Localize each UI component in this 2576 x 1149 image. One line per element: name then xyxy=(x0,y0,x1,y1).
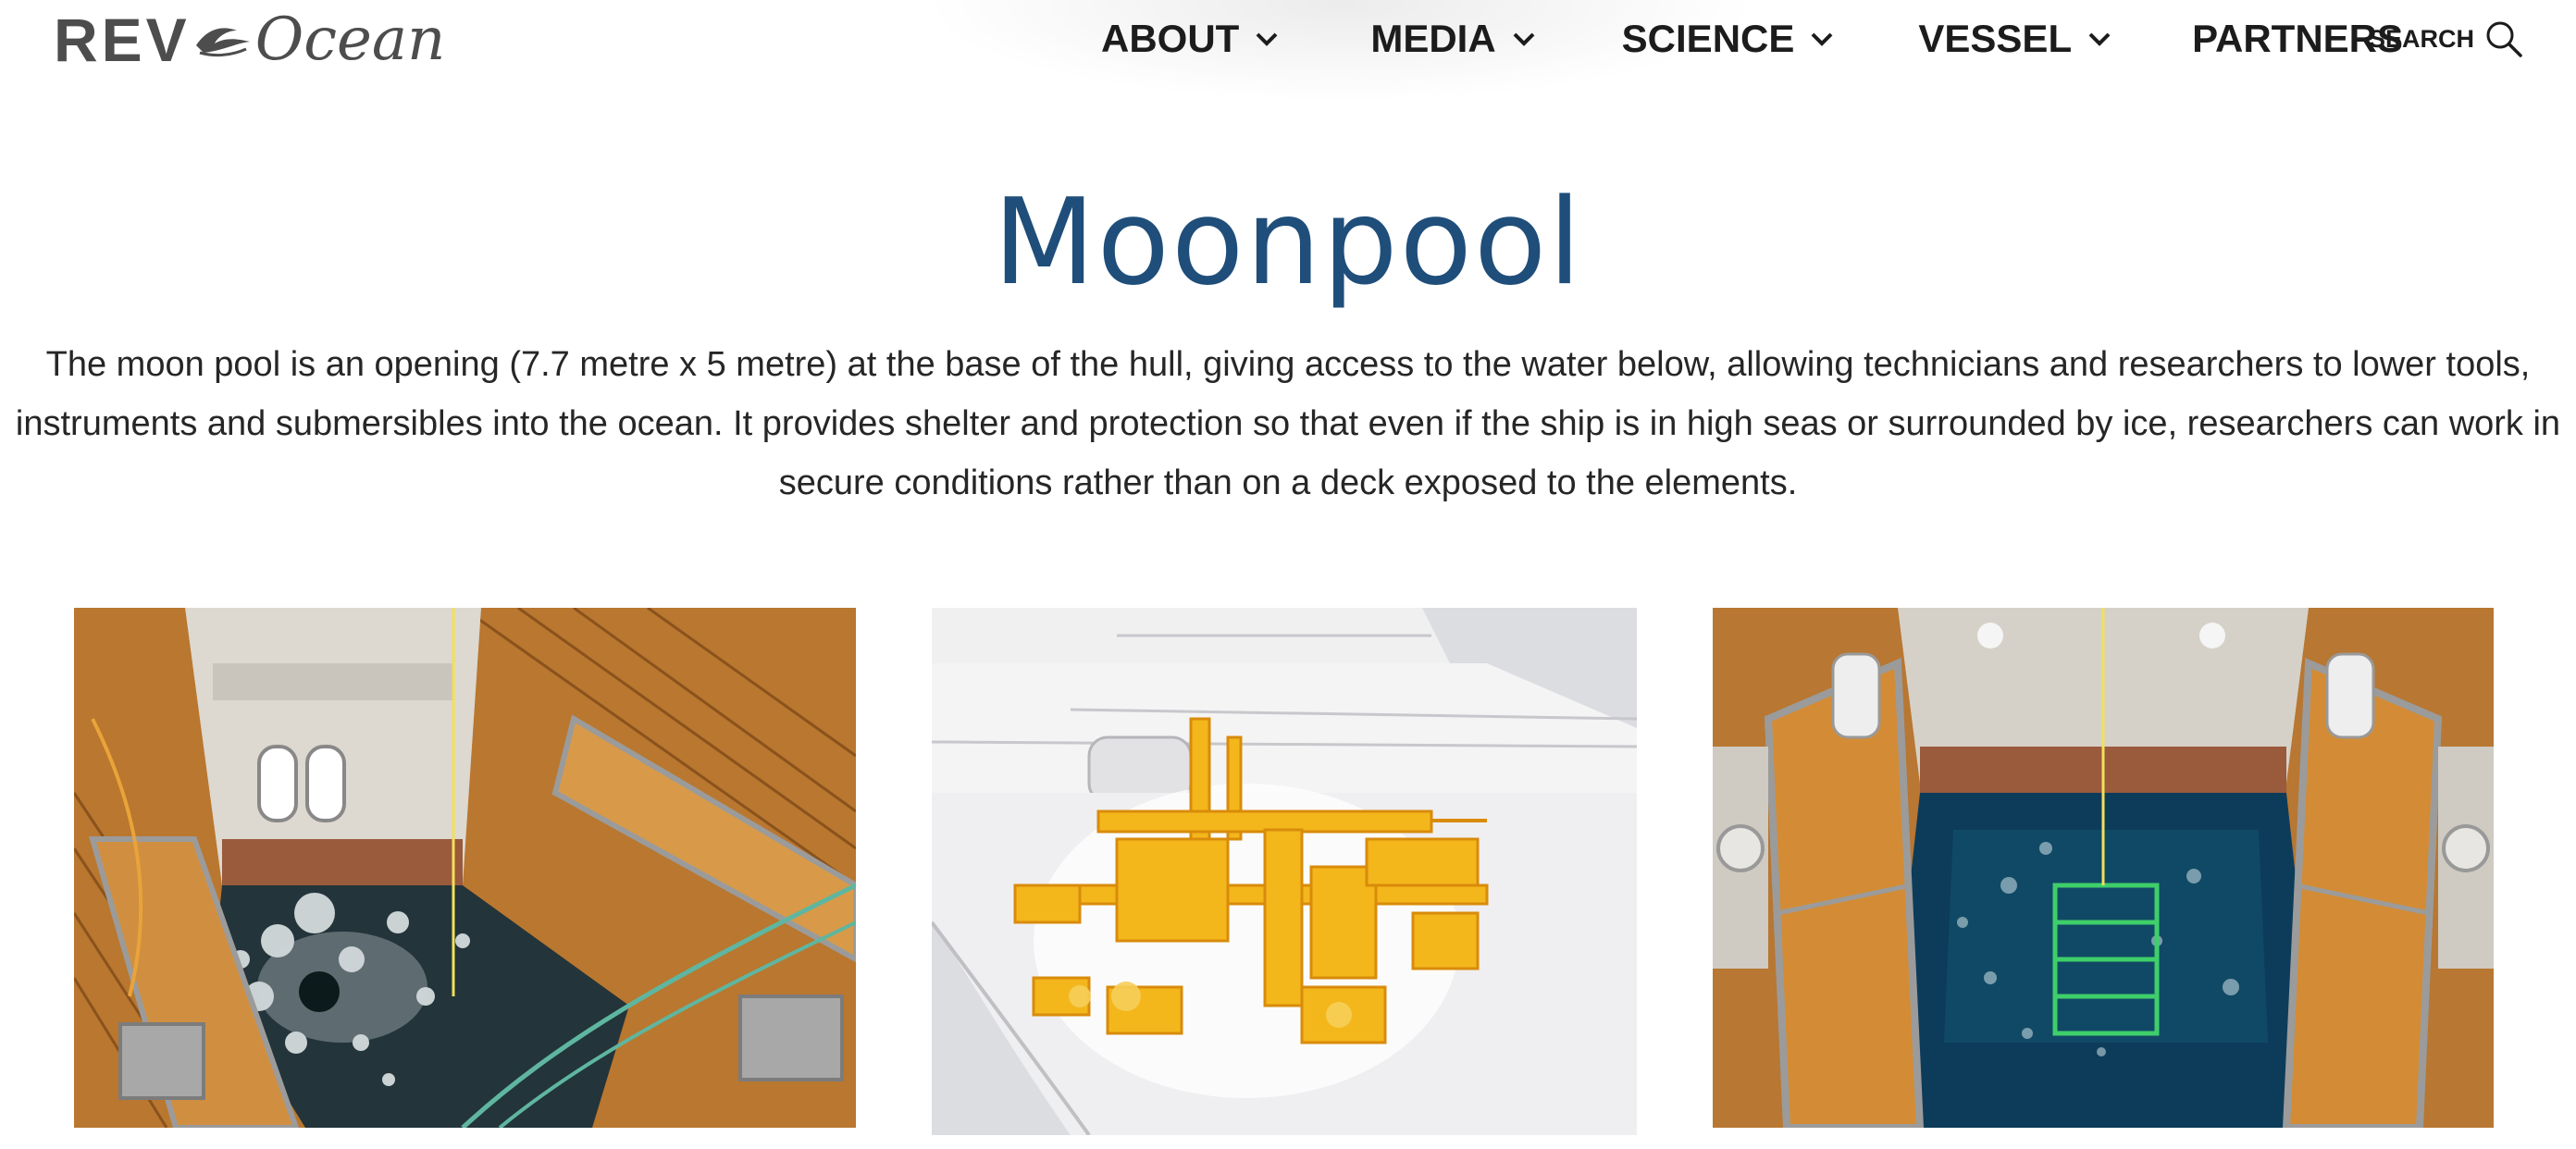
nav-item-label: VESSEL xyxy=(1918,17,2073,60)
nav-item-about[interactable]: ABOUT xyxy=(1101,17,1280,61)
nav-item-media[interactable]: MEDIA xyxy=(1370,17,1536,61)
intro-line: secure conditions rather than on a deck … xyxy=(778,463,1798,502)
chevron-down-icon xyxy=(1513,32,1535,46)
moonpool-3d-render xyxy=(932,608,1637,1135)
intro-paragraph: The moon pool is an opening (7.7 metre x… xyxy=(0,335,2576,513)
moonpool-open-water-photo xyxy=(1713,608,2494,1128)
chevron-down-icon xyxy=(1256,32,1278,46)
revocean-logo[interactable]: REV Ocean xyxy=(54,6,446,74)
logo-rev-text: REV xyxy=(54,6,191,74)
intro-line: The moon pool is an opening (7.7 metre x… xyxy=(45,345,2531,384)
nav-item-science[interactable]: SCIENCE xyxy=(1622,17,1836,61)
intro-line: instruments and submersibles into the oc… xyxy=(15,404,2561,443)
nav-item-label: MEDIA xyxy=(1370,17,1496,60)
nav-item-label: SCIENCE xyxy=(1621,17,1795,60)
moonpool-ice-photo xyxy=(74,608,856,1128)
gallery-image-moonpool-ice[interactable] xyxy=(74,608,856,1128)
search-button[interactable]: SEARCH xyxy=(2369,19,2524,59)
gallery-image-moonpool-water[interactable] xyxy=(1713,608,2494,1128)
logo-ocean-text: Ocean xyxy=(254,6,446,74)
site-header: REV Ocean ABOUT MEDIA SCIENCE VESSEL PAR… xyxy=(0,0,2576,93)
nav-item-vessel[interactable]: VESSEL xyxy=(1918,17,2112,61)
page-title: Moonpool xyxy=(993,174,1583,312)
search-icon xyxy=(2486,21,2522,57)
chevron-down-icon xyxy=(1811,32,1833,46)
main-nav: ABOUT MEDIA SCIENCE VESSEL PARTNERS xyxy=(1101,17,2403,61)
gallery-image-moonpool-render[interactable] xyxy=(932,608,1637,1135)
search-label: SEARCH xyxy=(2369,24,2475,53)
logo-wave-icon xyxy=(195,28,250,57)
nav-item-label: ABOUT xyxy=(1101,17,1240,60)
chevron-down-icon xyxy=(2088,32,2111,46)
